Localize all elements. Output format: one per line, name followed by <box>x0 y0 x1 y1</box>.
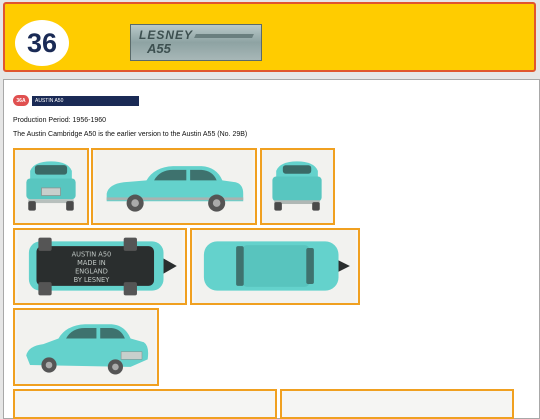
model-code-badge: 36A <box>13 95 29 106</box>
photo-top-view[interactable] <box>190 228 360 305</box>
underside-text-3: ENGLAND <box>75 268 108 276</box>
photo-side-view[interactable] <box>91 148 257 225</box>
car-top-image <box>194 230 356 303</box>
car-three-quarter-image <box>16 310 156 384</box>
production-period: Production Period: 1956-1960 <box>13 117 107 124</box>
underside-text-2: MADE IN <box>77 259 106 267</box>
underside-text-4: BY LESNEY <box>74 276 111 284</box>
photo-front-view[interactable] <box>13 148 89 225</box>
model-number-badge: 36 <box>15 20 69 66</box>
model-name-bar: AUSTIN A50 <box>32 95 139 106</box>
lesney-logo: LESNEY A55 <box>130 24 262 61</box>
photo-partial-right[interactable] <box>280 389 514 419</box>
model-description: The Austin Cambridge A50 is the earlier … <box>13 131 248 138</box>
photo-partial-left[interactable] <box>13 389 277 419</box>
logo-text-bottom: A55 <box>147 41 171 56</box>
underside-text-1: AUSTIN A50 <box>72 251 112 259</box>
car-front-image <box>15 150 87 223</box>
car-underside-image: AUSTIN A50 MADE IN ENGLAND BY LESNEY <box>17 230 183 303</box>
model-title-row: 36A AUSTIN A50 <box>13 95 139 106</box>
model-number: 36 <box>26 27 58 58</box>
header-banner: 36 LESNEY A55 <box>3 2 536 72</box>
photo-underside-view[interactable]: AUSTIN A50 MADE IN ENGLAND BY LESNEY <box>13 228 187 305</box>
photo-rear-view[interactable] <box>260 148 335 225</box>
photo-three-quarter-view[interactable] <box>13 308 159 386</box>
logo-streak <box>194 34 254 38</box>
logo-text-top: LESNEY <box>139 28 194 42</box>
car-rear-image <box>262 150 333 223</box>
car-side-image <box>95 150 253 223</box>
